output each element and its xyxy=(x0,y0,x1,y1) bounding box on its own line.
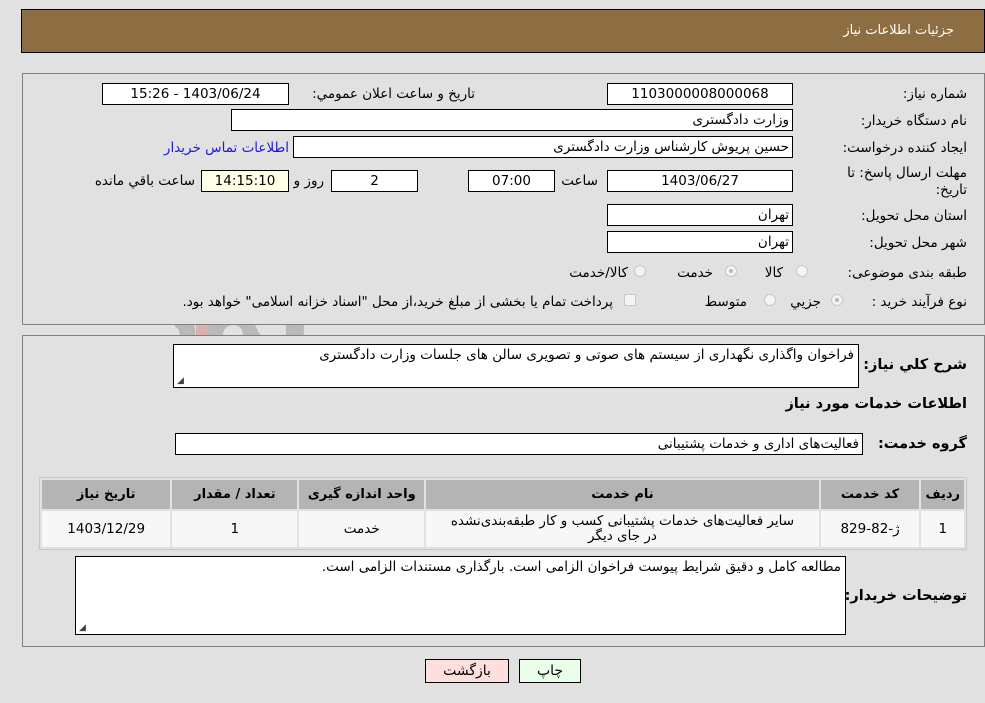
purchase-type-minor-label: جزيي xyxy=(790,294,821,310)
remaining-days-field[interactable]: 2 xyxy=(331,170,418,192)
col-header-index: ردیف xyxy=(921,480,964,509)
category-goods-label: کالا xyxy=(764,265,783,281)
buyer-contact-link[interactable]: اطلاعات تماس خریدار xyxy=(164,140,289,156)
treasury-bonds-checkbox[interactable] xyxy=(624,294,636,306)
need-number-field[interactable]: 1103000008000068 xyxy=(607,83,793,105)
resize-grip-icon[interactable]: ◢ xyxy=(79,623,86,633)
col-header-code: کد خدمت xyxy=(820,480,920,509)
buyer-notes-text: مطالعه کامل و دقیق شرایط پیوست فراخوان ا… xyxy=(321,559,841,575)
col-header-name: نام خدمت xyxy=(426,480,819,509)
service-group-label: گروه خدمت: xyxy=(877,436,967,452)
col-header-unit: واحد اندازه گیری xyxy=(299,480,425,509)
resize-grip-icon[interactable]: ◢ xyxy=(177,376,184,386)
buyer-org-field[interactable]: وزارت دادگستری xyxy=(231,109,793,131)
buyer-notes-textarea[interactable]: مطالعه کامل و دقیق شرایط پیوست فراخوان ا… xyxy=(75,556,846,635)
deadline-time-field[interactable]: 07:00 xyxy=(468,170,555,192)
col-header-date: تاریخ نیاز xyxy=(42,480,171,509)
buyer-org-label: نام دستگاه خريدار: xyxy=(860,113,967,129)
page-title: جزئیات اطلاعات نیاز xyxy=(843,23,954,38)
remaining-time-label: ساعت باقي مانده xyxy=(94,173,195,189)
treasury-bonds-label: پرداخت تمام یا بخشی از مبلغ خرید،از محل … xyxy=(182,294,613,310)
city-field[interactable]: تهران xyxy=(607,231,793,253)
category-goods-service-label: کالا/خدمت xyxy=(569,265,628,281)
cell-unit: خدمت xyxy=(299,511,425,547)
table-header-row: ردیف کد خدمت نام خدمت واحد اندازه گیری ت… xyxy=(42,480,964,509)
cell-code: ژ-82-829 xyxy=(820,511,920,547)
announce-datetime-field[interactable]: 1403/06/24 - 15:26 xyxy=(102,83,289,105)
purchase-type-medium-label: متوسط xyxy=(704,294,747,310)
service-group-field[interactable]: فعالیت‌های اداری و خدمات پشتیبانی xyxy=(175,433,863,455)
announce-datetime-label: تاریخ و ساعت اعلان عمومي: xyxy=(312,86,475,102)
description-textarea[interactable]: فراخوان واگذاری نگهداری از سیستم های صوت… xyxy=(173,344,859,388)
category-service-radio[interactable] xyxy=(725,265,737,277)
print-button[interactable]: چاپ xyxy=(519,659,581,683)
remaining-time-field: 14:15:10 xyxy=(201,170,289,192)
page-header: جزئیات اطلاعات نیاز xyxy=(21,9,985,53)
deadline-label-date: تاريخ: xyxy=(935,182,967,198)
days-label: روز و xyxy=(293,173,324,189)
requester-field[interactable]: حسین پریوش کارشناس وزارت دادگستری xyxy=(293,136,793,158)
cell-name: سایر فعالیت‌های خدمات پشتیبانی کسب و کار… xyxy=(426,511,819,547)
cell-quantity: 1 xyxy=(172,511,298,547)
services-table: ردیف کد خدمت نام خدمت واحد اندازه گیری ت… xyxy=(39,477,967,550)
province-field[interactable]: تهران xyxy=(607,204,793,226)
col-header-quantity: تعداد / مقدار xyxy=(172,480,298,509)
description-label: شرح کلي نياز: xyxy=(863,357,967,373)
table-row: 1 ژ-82-829 سایر فعالیت‌های خدمات پشتیبان… xyxy=(42,511,964,547)
deadline-label: مهلت ارسال پاسخ: تا xyxy=(847,165,967,181)
province-label: استان محل تحویل: xyxy=(861,208,967,224)
services-section-title: اطلاعات خدمات مورد نیاز xyxy=(785,396,967,412)
requester-label: ایجاد کننده درخواست: xyxy=(842,140,967,156)
buyer-notes-label: توضیحات خریدار: xyxy=(844,588,967,604)
category-goods-radio[interactable] xyxy=(796,265,808,277)
deadline-time-label: ساعت xyxy=(561,173,598,189)
category-service-label: خدمت xyxy=(677,265,713,281)
cell-name-line1: سایر فعالیت‌های خدمات پشتیبانی کسب و کار… xyxy=(450,513,795,529)
deadline-date-field[interactable]: 1403/06/27 xyxy=(607,170,793,192)
city-label: شهر محل تحویل: xyxy=(869,235,967,251)
cell-name-line2: در جای دیگر xyxy=(588,528,657,544)
purchase-type-label: نوع فرآیند خرید : xyxy=(871,294,967,310)
cell-index: 1 xyxy=(921,511,964,547)
purchase-type-minor-radio[interactable] xyxy=(831,294,843,306)
cell-date: 1403/12/29 xyxy=(42,511,171,547)
category-label: طبقه بندی موضوعی: xyxy=(847,265,967,281)
category-goods-service-radio[interactable] xyxy=(634,265,646,277)
purchase-type-medium-radio[interactable] xyxy=(764,294,776,306)
description-text: فراخوان واگذاری نگهداری از سیستم های صوت… xyxy=(319,347,854,363)
back-button[interactable]: بازگشت xyxy=(425,659,509,683)
need-number-label: شماره نیاز: xyxy=(902,86,967,102)
